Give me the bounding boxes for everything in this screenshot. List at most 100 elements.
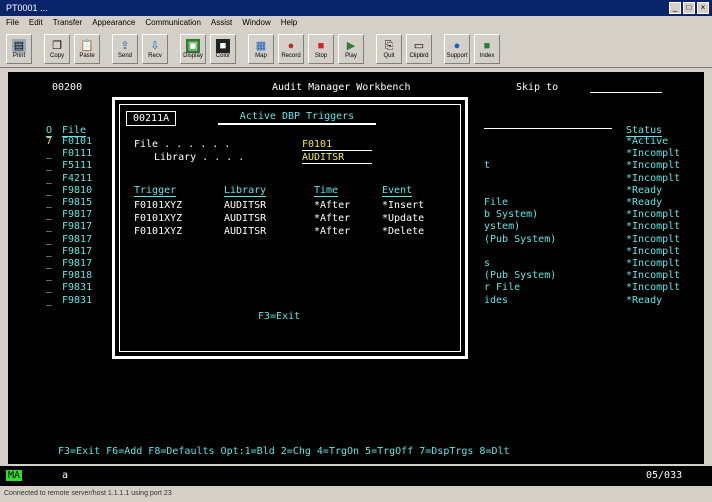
toolbar-map-button[interactable]: ▦ Map bbox=[248, 33, 274, 64]
menu-bar: File Edit Transfer Appearance Communicat… bbox=[0, 16, 712, 30]
menu-transfer[interactable]: Transfer bbox=[53, 16, 83, 30]
row-option-input[interactable]: _ bbox=[46, 209, 52, 220]
popup-code: 00211A bbox=[126, 111, 177, 126]
row-description: r File bbox=[484, 282, 521, 294]
trigger-trigger: F0101XYZ bbox=[134, 200, 183, 211]
row-status: *Ready bbox=[626, 184, 663, 196]
menu-window[interactable]: Window bbox=[242, 16, 270, 30]
row-option-input[interactable]: _ bbox=[46, 221, 52, 232]
trigger-event: *Update bbox=[382, 213, 425, 224]
menu-help[interactable]: Help bbox=[281, 16, 297, 30]
function-keys: F3=Exit F6=Add F8=Defaults Opt:1=Bld 2=C… bbox=[58, 446, 510, 457]
send-icon: ⇪ bbox=[120, 39, 130, 52]
record-icon: ● bbox=[287, 39, 295, 52]
trigger-library: AUDITSR bbox=[224, 226, 267, 237]
row-file: F9831 bbox=[62, 282, 93, 294]
toolbar: ▤ Print ❐ Copy 📋 Paste ⇪ Send ⇩ Recv ▣ Display… bbox=[0, 30, 712, 68]
play-icon: ▶ bbox=[346, 39, 356, 52]
menu-communication[interactable]: Communication bbox=[145, 16, 201, 30]
file-label: File . . . . . . bbox=[134, 139, 231, 150]
row-file: F9831 bbox=[62, 294, 93, 306]
row-option-input[interactable]: _ bbox=[46, 148, 52, 159]
popup-exit[interactable]: F3=Exit bbox=[258, 311, 300, 322]
row-option-input[interactable]: _ bbox=[46, 282, 52, 293]
paste-icon: 📋 bbox=[80, 39, 94, 52]
status-cursor: a bbox=[62, 470, 69, 481]
row-option-input[interactable]: _ bbox=[46, 185, 52, 196]
row-option-input[interactable]: _ bbox=[46, 234, 52, 245]
menu-file[interactable]: File bbox=[6, 16, 19, 30]
row-status: *Active bbox=[626, 136, 669, 147]
window-controls: _ □ × bbox=[669, 2, 709, 14]
trigger-library: AUDITSR bbox=[224, 213, 267, 224]
map-icon: ▦ bbox=[255, 39, 267, 52]
toolbar-index-button[interactable]: ■ Index bbox=[474, 33, 500, 64]
menu-appearance[interactable]: Appearance bbox=[92, 16, 135, 30]
row-file: F5111 bbox=[62, 160, 93, 172]
toolbar-clipbrd-button[interactable]: ▭ Clipbrd bbox=[406, 33, 432, 64]
row-status: *Incomplt bbox=[626, 245, 681, 257]
status-indicator: MA bbox=[6, 470, 23, 481]
row-description: (Pub System) bbox=[484, 233, 557, 245]
row-option-input[interactable]: _ bbox=[46, 270, 52, 281]
toolbar-stop-button[interactable]: ■ Stop bbox=[308, 33, 334, 64]
toolbar-recv-button[interactable]: ⇩ Recv bbox=[142, 33, 168, 64]
color-icon: ■ bbox=[216, 38, 230, 53]
toolbar-play-button[interactable]: ▶ Play bbox=[338, 33, 364, 64]
recv-icon: ⇩ bbox=[150, 39, 160, 52]
row-option-input[interactable]: _ bbox=[46, 160, 52, 171]
col-trigger-header: Trigger bbox=[134, 185, 177, 197]
close-button[interactable]: × bbox=[697, 2, 709, 14]
window-title: PT0001 ... bbox=[6, 3, 48, 13]
trigger-trigger: F0101XYZ bbox=[134, 226, 183, 237]
row-description: b System) bbox=[484, 209, 539, 221]
row-status: *Incomplt bbox=[626, 148, 681, 160]
toolbar-quit-button[interactable]: ⎘ Quit bbox=[376, 33, 402, 64]
terminal-screen[interactable]: 00200 Audit Manager Workbench Skip to O … bbox=[8, 72, 704, 464]
display-icon: ▣ bbox=[186, 38, 200, 53]
row-option-input[interactable]: _ bbox=[46, 246, 52, 257]
row-file: F9817 bbox=[62, 258, 93, 269]
toolbar-copy-button[interactable]: ❐ Copy bbox=[44, 33, 70, 64]
minimize-button[interactable]: _ bbox=[669, 2, 681, 14]
row-status: *Ready bbox=[626, 294, 663, 306]
maximize-button[interactable]: □ bbox=[683, 2, 695, 14]
status-bar: MA a 05/033 bbox=[0, 466, 712, 486]
row-option-input[interactable]: _ bbox=[46, 173, 52, 184]
skip-to-input[interactable] bbox=[590, 92, 662, 93]
row-status: *Incomplt bbox=[626, 233, 681, 245]
row-option-input[interactable]: 7 bbox=[46, 136, 52, 147]
row-status: *Ready bbox=[626, 197, 663, 208]
toolbar-paste-button[interactable]: 📋 Paste bbox=[74, 33, 100, 64]
toolbar-print-button[interactable]: ▤ Print bbox=[6, 33, 32, 64]
col-library-header: Library bbox=[224, 185, 267, 197]
row-status: *Incomplt bbox=[626, 282, 681, 294]
popup-frame: 00211A Active DBP Triggers File . . . . … bbox=[119, 104, 461, 352]
toolbar-display-button[interactable]: ▣ Display bbox=[180, 33, 206, 64]
stop-icon: ■ bbox=[317, 39, 325, 52]
quit-icon: ⎘ bbox=[384, 39, 394, 52]
menu-edit[interactable]: Edit bbox=[29, 16, 43, 30]
row-description: t bbox=[484, 160, 491, 172]
toolbar-record-button[interactable]: ● Record bbox=[278, 33, 304, 64]
menu-assist[interactable]: Assist bbox=[211, 16, 232, 30]
library-input[interactable]: AUDITSR bbox=[302, 152, 372, 164]
row-option-input[interactable]: _ bbox=[46, 258, 52, 269]
row-file: F4211 bbox=[62, 172, 93, 184]
row-file: F0101 bbox=[62, 136, 93, 147]
toolbar-color-button[interactable]: ■ Color bbox=[210, 33, 236, 64]
toolbar-send-button[interactable]: ⇪ Send bbox=[112, 33, 138, 64]
window-titlebar: PT0001 ... _ □ × bbox=[0, 0, 712, 16]
row-option-input[interactable]: _ bbox=[46, 295, 52, 306]
row-file: F9810 bbox=[62, 184, 93, 196]
row-status: *Incomplt bbox=[626, 209, 681, 221]
row-status: *Incomplt bbox=[626, 172, 681, 184]
file-input[interactable]: F0101 bbox=[302, 139, 372, 151]
row-option-input[interactable]: _ bbox=[46, 197, 52, 208]
toolbar-support-button[interactable]: ● Support bbox=[444, 33, 470, 64]
screen-title: Audit Manager Workbench bbox=[272, 82, 411, 93]
row-file: F9817 bbox=[62, 233, 93, 245]
trigger-time: *After bbox=[314, 226, 351, 237]
row-file: F9817 bbox=[62, 209, 93, 221]
popup-title: Active DBP Triggers bbox=[218, 111, 376, 125]
